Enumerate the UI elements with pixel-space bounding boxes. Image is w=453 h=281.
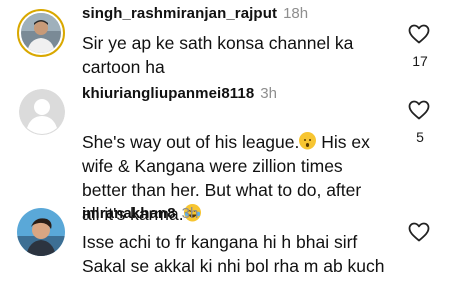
- comment-text-part: She's way out of his league.: [82, 132, 300, 152]
- default-avatar-icon: [19, 89, 65, 135]
- profile-photo: [17, 208, 65, 256]
- avatar[interactable]: [17, 208, 65, 256]
- username[interactable]: imranakhan8: [82, 205, 176, 222]
- heart-outline-icon[interactable]: [406, 22, 432, 46]
- avatar[interactable]: [19, 89, 65, 135]
- heart-outline-icon[interactable]: [406, 98, 432, 122]
- comment-meta: singh_rashmiranjan_rajput 18h: [82, 5, 308, 22]
- username[interactable]: singh_rashmiranjan_rajput: [82, 5, 277, 22]
- like-count: 17: [412, 53, 428, 69]
- timestamp: 3h: [181, 205, 199, 222]
- timestamp: 3h: [260, 85, 277, 102]
- hushed-face-emoji: [299, 132, 317, 150]
- username[interactable]: khiuriangliupanmei8118: [82, 85, 254, 102]
- comment-item: singh_rashmiranjan_rajput 18h Sir ye ap k…: [0, 0, 453, 82]
- comment-text: Isse achi to fr kangana hi h bhai sirf S…: [82, 232, 385, 276]
- profile-photo: [21, 13, 61, 53]
- timestamp: 18h: [283, 5, 309, 22]
- comment-text: Sir ye ap ke sath konsa channel ka carto…: [82, 33, 354, 77]
- like-count: 5: [416, 129, 424, 145]
- comment-item: imranakhan8 3h Isse achi to fr kangana hi…: [0, 203, 453, 281]
- comment-item: khiuriangliupanmei8118 3h She's way out o…: [0, 82, 453, 224]
- comment-meta: khiuriangliupanmei8118 3h: [82, 85, 277, 102]
- avatar[interactable]: [17, 9, 65, 57]
- comment-meta: imranakhan8 3h: [82, 205, 198, 222]
- heart-outline-icon[interactable]: [406, 220, 432, 244]
